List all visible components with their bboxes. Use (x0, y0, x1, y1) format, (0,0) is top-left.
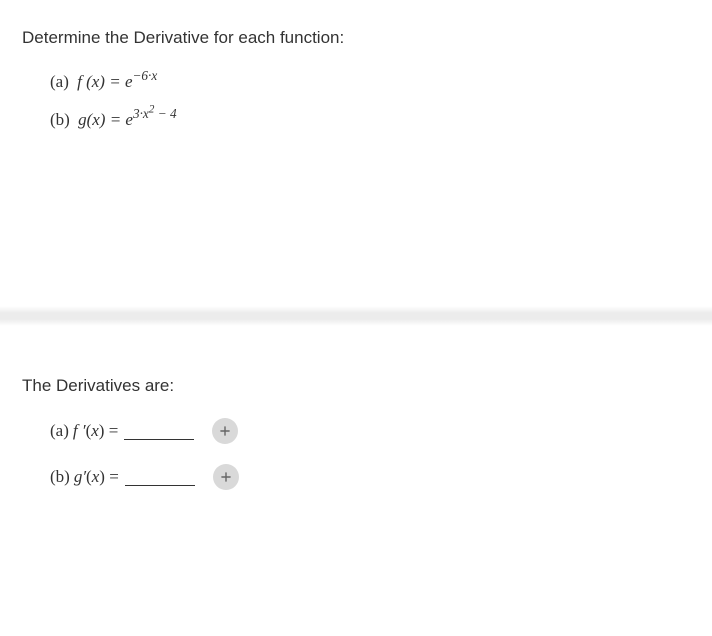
problem-b-lhs: g(x) = (78, 110, 121, 129)
question-prompt: Determine the Derivative for each functi… (22, 28, 690, 48)
problem-a: (a) f (x) = e−6·x (50, 72, 690, 92)
answer-b-input[interactable] (125, 468, 195, 486)
problem-a-label: (a) (50, 72, 69, 91)
answer-b-row: (b) g′(x) = (50, 464, 690, 490)
problem-a-expression: f (x) = e−6·x (77, 72, 157, 91)
problem-b-expression: g(x) = e3·x2 − 4 (78, 110, 177, 129)
answer-b-label: (b) (50, 467, 70, 487)
problem-b: (b) g(x) = e3·x2 − 4 (50, 110, 690, 130)
question-section: Determine the Derivative for each functi… (0, 0, 712, 176)
add-answer-a-button[interactable] (212, 418, 238, 444)
add-answer-b-button[interactable] (213, 464, 239, 490)
answer-a-label: (a) (50, 421, 69, 441)
problem-a-exponent: −6·x (132, 68, 157, 83)
answer-a-func: f ′(x) = (73, 421, 118, 441)
problem-b-exponent: 3·x2 − 4 (133, 106, 177, 121)
answer-heading: The Derivatives are: (22, 376, 690, 396)
answer-b-func: g′(x) = (74, 467, 119, 487)
answer-list: (a) f ′(x) = (b) g′(x) = (22, 418, 690, 490)
plus-icon (218, 424, 232, 438)
section-divider (0, 306, 712, 326)
answer-a-row: (a) f ′(x) = (50, 418, 690, 444)
problem-a-lhs: f (x) = (77, 72, 121, 91)
problem-list: (a) f (x) = e−6·x (b) g(x) = e3·x2 − 4 (22, 72, 690, 130)
problem-b-base: e (125, 110, 133, 129)
answer-a-input[interactable] (124, 422, 194, 440)
problem-b-label: (b) (50, 110, 70, 129)
plus-icon (219, 470, 233, 484)
answer-section: The Derivatives are: (a) f ′(x) = (b) g′… (0, 326, 712, 532)
